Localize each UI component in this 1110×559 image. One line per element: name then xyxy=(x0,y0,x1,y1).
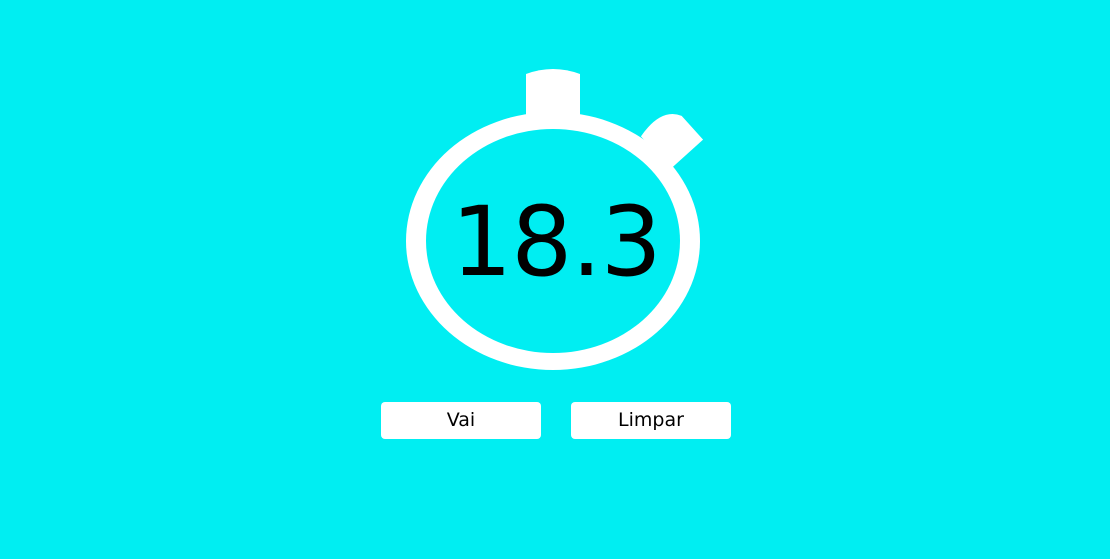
start-button[interactable]: Vai xyxy=(381,402,541,439)
clear-button[interactable]: Limpar xyxy=(571,402,731,439)
timer-controls: Vai Limpar xyxy=(381,402,731,439)
timer-display: 18.3 xyxy=(451,186,662,298)
stopwatch-app: 18.3 Vai Limpar xyxy=(0,0,1110,559)
stopwatch-icon: 18.3 xyxy=(400,62,712,374)
